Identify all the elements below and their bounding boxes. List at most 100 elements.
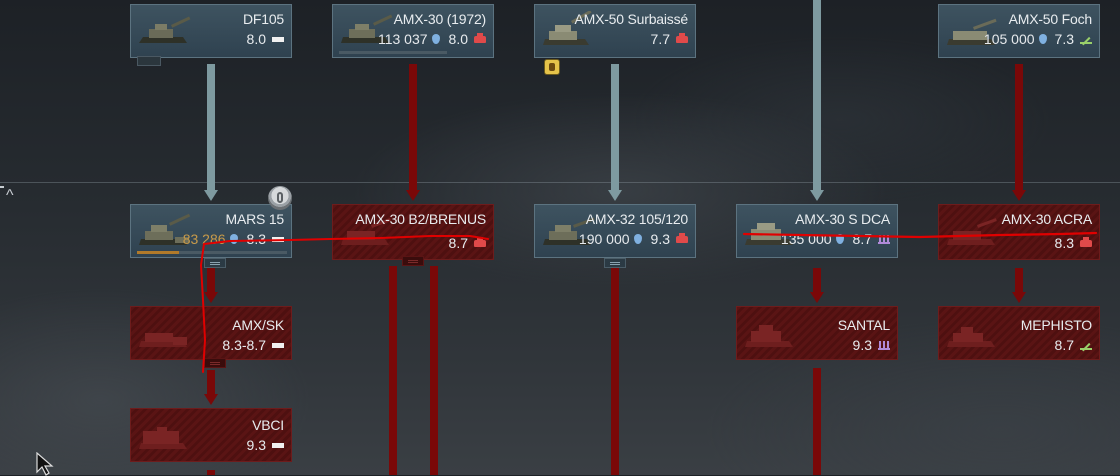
medium-tank-icon [272,342,284,348]
link-acra-mephisto [1015,268,1023,294]
tank-thumbnail-icon [139,333,187,347]
research-points: 190 000 [578,231,630,247]
link-mars-amxsk [207,268,215,294]
vehicle-card-df105[interactable]: DF105 8.0 [130,4,292,58]
vehicle-card-amx32-105-120[interactable]: AMX-32 105/120 190 000 9.3 [534,204,696,258]
link-dca-santal [813,268,821,294]
battle-rating: 8.3-8.7 [222,337,266,353]
heavy-tank-icon [474,236,486,247]
research-points-icon [1038,34,1047,44]
vehicle-name: AMX-30 S DCA [795,211,890,227]
vehicle-stats: 8.3-8.7 [222,337,284,353]
tank-destroyer-icon [1080,341,1092,350]
vehicle-stats: 113 037 8.0 [378,31,486,47]
battle-rating: 7.3 [1054,31,1074,47]
medium-tank-icon [272,236,284,242]
battle-rating: 8.3 [246,231,266,247]
vehicle-card-amx50-surbaisse[interactable]: AMX-50 Surbaissé 7.7 [534,4,696,58]
arrow-amx30-1972-b2 [406,190,420,201]
event-vehicle-badge-icon [545,60,559,74]
mouse-cursor-icon [36,452,54,476]
battle-rating: 9.3 [852,337,872,353]
link-b2-left [389,266,397,475]
vehicle-stats: 8.3 [1055,235,1092,251]
heavy-tank-icon [1080,236,1092,247]
vehicle-card-amx30-1972[interactable]: AMX-30 (1972) 113 037 8.0 [332,4,494,58]
research-progress-fill [137,251,179,254]
arrow-above-dca [810,190,824,201]
arrow-acra-mephisto [1012,292,1026,303]
link-b2-right [430,266,438,475]
arrow-surbaisse-amx32 [608,190,622,201]
vehicle-stats: 135 000 8.7 [781,231,890,247]
vehicle-stats: 9.3 [247,437,284,453]
crew-slot-icon [137,56,161,66]
vehicle-card-amx30-acra[interactable]: AMX-30 ACRA 8.3 [938,204,1100,260]
folder-expand-icon[interactable] [402,256,424,266]
battle-rating: 8.7 [448,235,468,251]
folder-expand-icon[interactable] [604,258,626,268]
vehicle-name: AMX-32 105/120 [585,211,688,227]
vehicle-name: VBCI [252,417,284,433]
folder-expand-icon[interactable] [204,258,226,268]
research-points: 135 000 [780,231,832,247]
vehicle-card-amx-sk[interactable]: AMX/SK 8.3-8.7 [130,306,292,360]
vehicle-card-santal[interactable]: SANTAL 9.3 [736,306,898,360]
arrow-amxsk-vbci [204,394,218,405]
vehicle-name: SANTAL [837,317,890,333]
battle-rating: 8.7 [1054,337,1074,353]
vehicle-card-amx50-foch[interactable]: AMX-50 Foch 105 000 7.3 [938,4,1100,58]
link-amx30-1972-b2 [409,64,417,192]
vehicle-name: MEPHISTO [1020,317,1092,333]
link-df105-mars15 [207,64,215,192]
battle-rating: 8.0 [246,31,266,47]
vehicle-card-mars15[interactable]: MARS 15 83 286 8.3 [130,204,292,258]
arrow-df105-mars15 [204,190,218,201]
link-amxsk-vbci [207,370,215,396]
medium-tank-icon [272,442,284,448]
tank-thumbnail-icon [139,16,191,43]
vehicle-card-amx30-b2-brenus[interactable]: AMX-30 B2/BRENUS 8.7 [332,204,494,260]
research-points-icon [633,234,642,244]
tank-thumbnail-icon [745,325,793,347]
medium-tank-icon [272,36,284,42]
rank-marker [0,186,4,188]
vehicle-card-mephisto[interactable]: MEPHISTO 8.7 [938,306,1100,360]
research-points: 83 286 [182,231,226,247]
vehicle-card-amx30-s-dca[interactable]: AMX-30 S DCA 135 000 8.7 [736,204,898,258]
spaa-icon [878,340,890,350]
battle-rating: 9.3 [650,231,670,247]
tank-destroyer-icon [1080,35,1092,44]
tank-thumbnail-icon [139,427,187,449]
tank-thumbnail-icon [947,218,997,245]
arrow-dca-santal [810,292,824,303]
vehicle-stats: 9.3 [853,337,890,353]
battle-rating: 8.3 [1054,235,1074,251]
rank-separator [0,182,1120,183]
vehicle-stats: 190 000 9.3 [579,231,688,247]
vehicle-name: DF105 [242,11,284,27]
link-amx32-below [611,268,619,475]
squadron-vehicle-icon [268,186,292,210]
folder-expand-icon[interactable] [204,358,226,368]
research-points-icon [431,34,440,44]
battle-rating: 8.7 [852,231,872,247]
vehicle-name: MARS 15 [225,211,284,227]
rank-collapse-chevron-icon[interactable]: ^ [6,188,14,204]
vehicle-stats: 105 000 7.3 [984,31,1092,47]
vehicle-stats: 83 286 8.3 [183,231,284,247]
vehicle-name: AMX-30 ACRA [1001,211,1093,227]
research-points-icon [229,234,238,244]
research-points: 105 000 [983,31,1035,47]
link-above-dca [813,0,821,192]
battle-rating: 9.3 [246,437,266,453]
vehicle-stats: 8.7 [449,235,486,251]
vehicle-card-vbci[interactable]: VBCI 9.3 [130,408,292,462]
research-progress-track [339,51,447,54]
vehicle-name: AMX-50 Surbaissé [574,11,688,27]
vehicle-stats: 8.0 [247,31,284,47]
heavy-tank-icon [676,232,688,243]
heavy-tank-icon [676,32,688,43]
vehicle-name: AMX-30 B2/BRENUS [355,211,486,227]
vehicle-stats: 7.7 [651,31,688,47]
